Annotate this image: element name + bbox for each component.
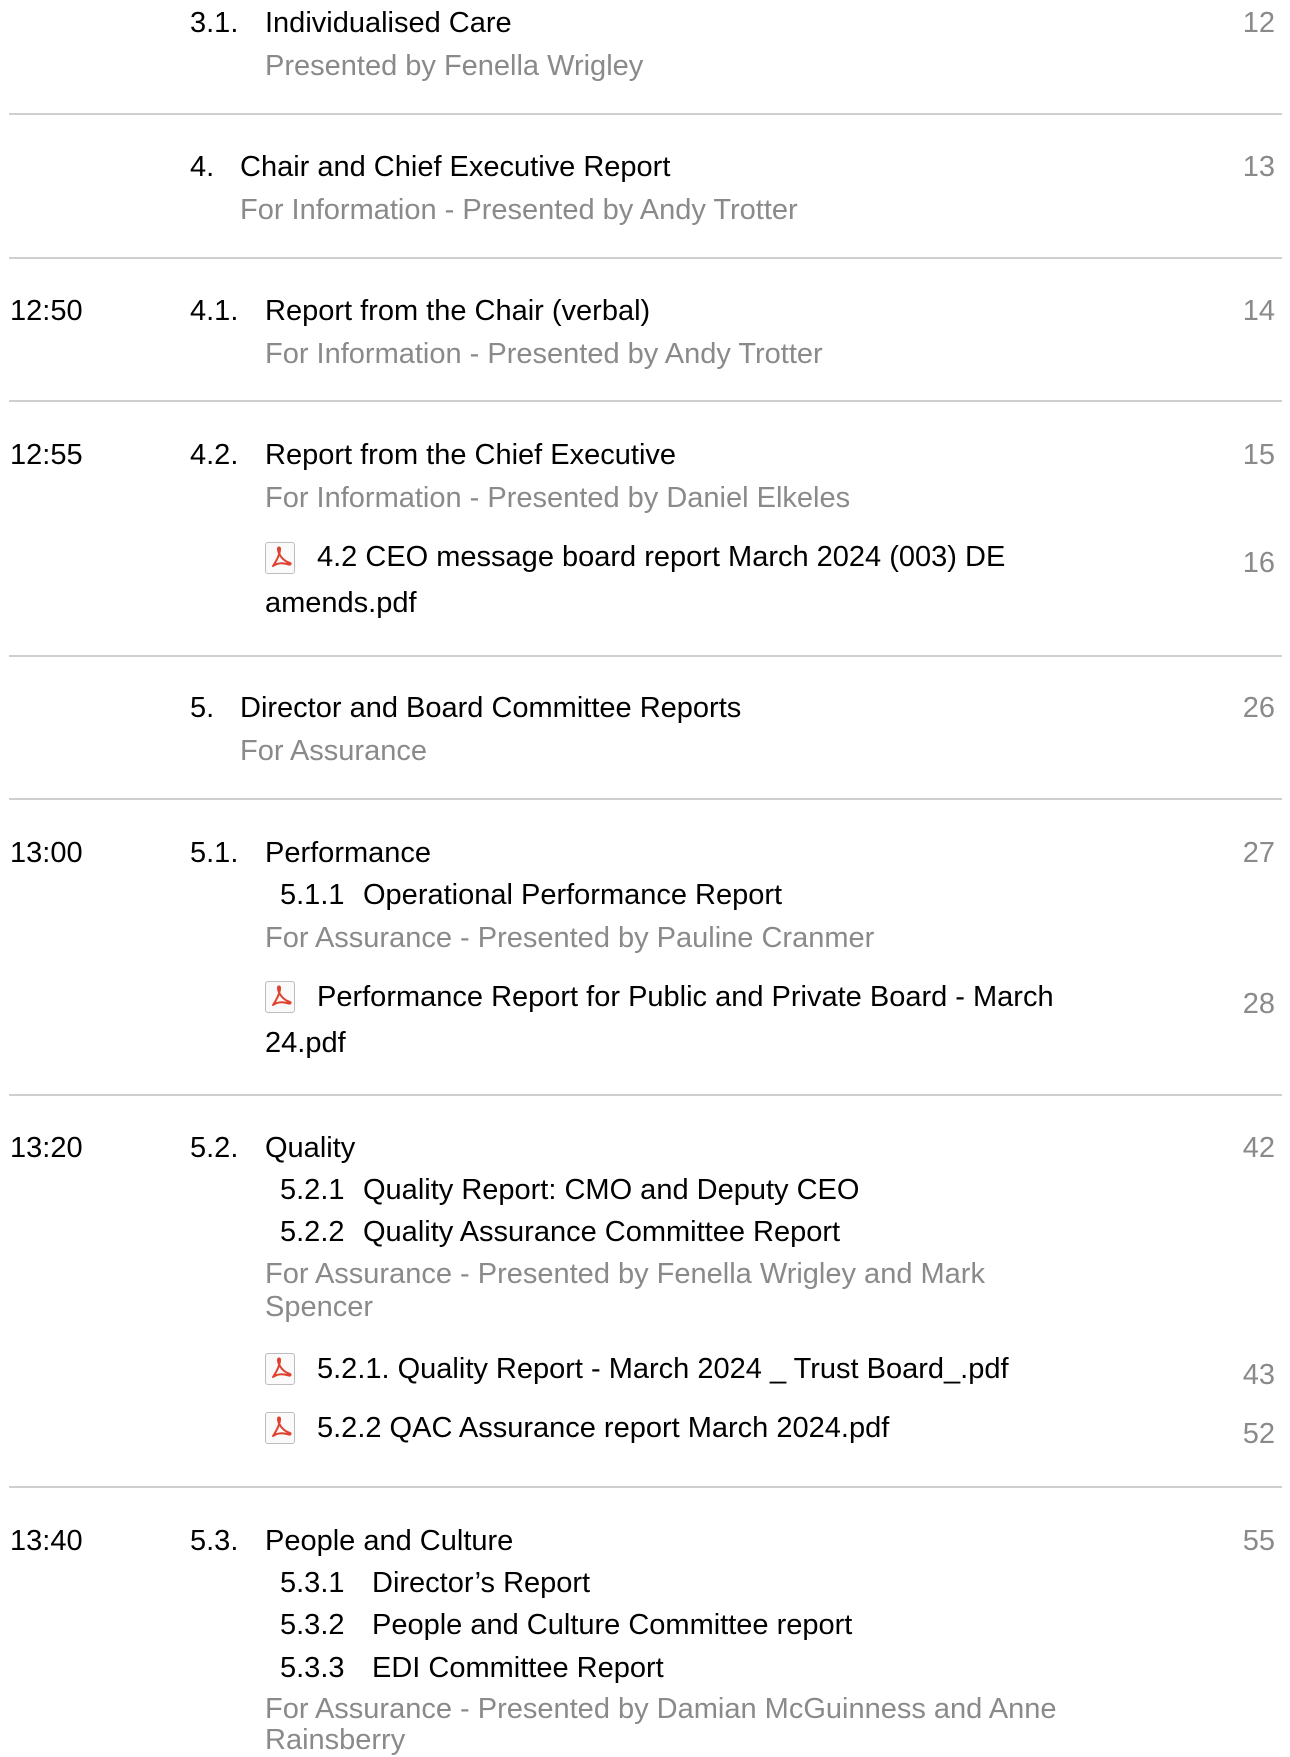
subitem-number: 5.2.2: [280, 1216, 345, 1248]
divider: [9, 113, 1282, 115]
item-time: 12:50: [10, 295, 83, 327]
page-number: 55: [1242, 1525, 1275, 1557]
divider: [9, 798, 1282, 800]
item-presenter-cont: Rainsberry: [265, 1724, 406, 1756]
item-time: 12:55: [10, 439, 83, 471]
item-title: Individualised Care: [265, 7, 512, 39]
attachment-page: 43: [1242, 1359, 1275, 1391]
item-presenter: For Information - Presented by Andy Trot…: [240, 194, 798, 226]
item-title: Report from the Chair (verbal): [265, 295, 651, 327]
subitem-title: Quality Assurance Committee Report: [363, 1216, 841, 1248]
attachment-filename-cont[interactable]: amends.pdf: [265, 585, 417, 621]
subitem-number: 5.2.1: [280, 1174, 345, 1206]
item-title: Chair and Chief Executive Report: [240, 151, 671, 183]
subitem-title: People and Culture Committee report: [372, 1609, 853, 1641]
item-title: People and Culture: [265, 1525, 514, 1557]
item-title: Director and Board Committee Reports: [240, 692, 742, 724]
attachment-filename[interactable]: Performance Report for Public and Privat…: [317, 979, 1054, 1015]
item-presenter: For Assurance - Presented by Pauline Cra…: [265, 922, 875, 954]
item-number: 4.2.: [190, 439, 239, 471]
item-time: 13:20: [10, 1132, 83, 1164]
item-time: 13:00: [10, 837, 83, 869]
page-number: 27: [1242, 837, 1275, 869]
item-number: 3.1.: [190, 7, 239, 39]
item-presenter: For Assurance - Presented by Damian McGu…: [265, 1693, 1057, 1725]
subitem-title: Director’s Report: [372, 1567, 591, 1599]
item-presenter: For Information - Presented by Andy Trot…: [265, 338, 823, 370]
item-number: 4.: [190, 151, 215, 183]
subitem-title: EDI Committee Report: [372, 1652, 664, 1684]
item-presenter: Presented by Fenella Wrigley: [265, 50, 644, 82]
item-presenter: For Information - Presented by Daniel El…: [265, 482, 851, 514]
attachment-page: 16: [1242, 547, 1275, 579]
item-time: 13:40: [10, 1525, 83, 1557]
pdf-icon: [265, 981, 295, 1013]
page-number: 14: [1242, 295, 1275, 327]
item-number: 5.3.: [190, 1525, 239, 1557]
page-number: 26: [1242, 692, 1275, 724]
subitem-number: 5.1.1: [280, 879, 345, 911]
item-number: 4.1.: [190, 295, 239, 327]
item-title: Performance: [265, 837, 432, 869]
item-presenter: For Assurance - Presented by Fenella Wri…: [265, 1258, 985, 1290]
divider: [9, 1094, 1282, 1096]
page-number: 42: [1242, 1132, 1275, 1164]
attachment-page: 52: [1242, 1418, 1275, 1450]
page-number: 15: [1242, 439, 1275, 471]
divider: [9, 655, 1282, 657]
attachment-filename-cont[interactable]: 24.pdf: [265, 1025, 346, 1061]
attachment-page: 28: [1242, 988, 1275, 1020]
attachment-filename[interactable]: 5.2.2 QAC Assurance report March 2024.pd…: [317, 1410, 889, 1446]
subitem-number: 5.3.1: [280, 1567, 345, 1599]
item-presenter-cont: Spencer: [265, 1291, 374, 1323]
item-title: Report from the Chief Executive: [265, 439, 677, 471]
divider: [9, 1486, 1282, 1488]
page-number: 13: [1242, 151, 1275, 183]
item-presenter: For Assurance: [240, 735, 427, 767]
attachment-filename[interactable]: 5.2.1. Quality Report - March 2024 _ Tru…: [317, 1351, 1009, 1387]
page-number: 12: [1242, 7, 1275, 39]
subitem-number: 5.3.2: [280, 1609, 345, 1641]
item-title: Quality: [265, 1132, 356, 1164]
pdf-icon: [265, 542, 295, 574]
item-number: 5.: [190, 692, 215, 724]
attachment-filename[interactable]: 4.2 CEO message board report March 2024 …: [317, 539, 1005, 575]
pdf-icon: [265, 1353, 295, 1385]
subitem-title: Operational Performance Report: [363, 879, 783, 911]
subitem-number: 5.3.3: [280, 1652, 345, 1684]
subitem-title: Quality Report: CMO and Deputy CEO: [363, 1174, 860, 1206]
pdf-icon: [265, 1412, 295, 1444]
item-number: 5.1.: [190, 837, 239, 869]
divider: [9, 400, 1282, 402]
item-number: 5.2.: [190, 1132, 239, 1164]
divider: [9, 257, 1282, 259]
